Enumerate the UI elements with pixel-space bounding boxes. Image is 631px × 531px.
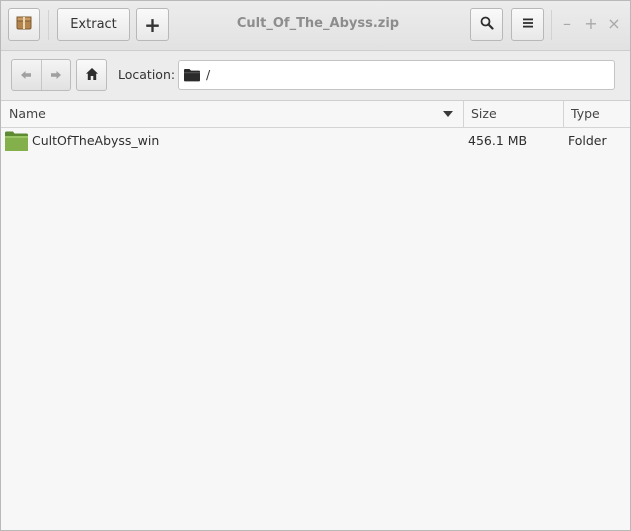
column-header-name[interactable]: Name [9,101,46,127]
maximize-button[interactable]: + [582,14,600,34]
extract-button[interactable]: Extract [57,8,130,41]
column-header-size[interactable]: Size [471,101,497,127]
plus-icon: + [144,12,161,37]
column-header-type[interactable]: Type [571,101,600,127]
file-type: Folder [568,133,607,148]
green-folder-icon [4,130,29,155]
home-button[interactable] [76,59,107,91]
forward-button[interactable] [40,60,71,90]
location-label: Location: [118,67,176,82]
sort-descending-icon[interactable] [443,111,453,117]
back-button[interactable] [12,60,41,90]
column-divider[interactable] [563,101,564,127]
header-separator [48,10,49,40]
search-button[interactable] [470,8,503,41]
navigation-group [11,59,71,91]
header-separator [551,10,552,40]
folder-icon [183,68,201,85]
archive-manager-window: Extract + Cult_Of_The_Abyss.zip – + × Lo… [0,0,631,531]
header-bar: Extract + Cult_Of_The_Abyss.zip – + × [1,1,630,51]
home-icon [85,67,99,84]
app-menu-button[interactable] [8,8,40,41]
column-header-row: Name Size Type [1,101,630,128]
column-divider[interactable] [463,101,464,127]
main-menu-button[interactable] [511,8,544,41]
archive-package-icon [16,15,32,34]
add-files-button[interactable]: + [136,8,169,41]
list-item[interactable]: CultOfTheAbyss_win 456.1 MB Folder [1,128,630,154]
location-path: / [206,67,211,82]
file-list: CultOfTheAbyss_win 456.1 MB Folder [1,128,630,530]
file-size: 456.1 MB [468,133,528,148]
location-bar: Location: / [1,51,630,101]
file-name: CultOfTheAbyss_win [32,133,160,148]
search-icon [480,16,494,33]
minimize-button[interactable]: – [558,14,576,34]
hamburger-menu-icon [522,17,534,32]
window-title: Cult_Of_The_Abyss.zip [236,16,400,31]
close-button[interactable]: × [605,14,623,34]
arrow-left-icon [20,68,32,83]
arrow-right-icon [50,68,62,83]
location-field[interactable]: / [178,60,615,90]
